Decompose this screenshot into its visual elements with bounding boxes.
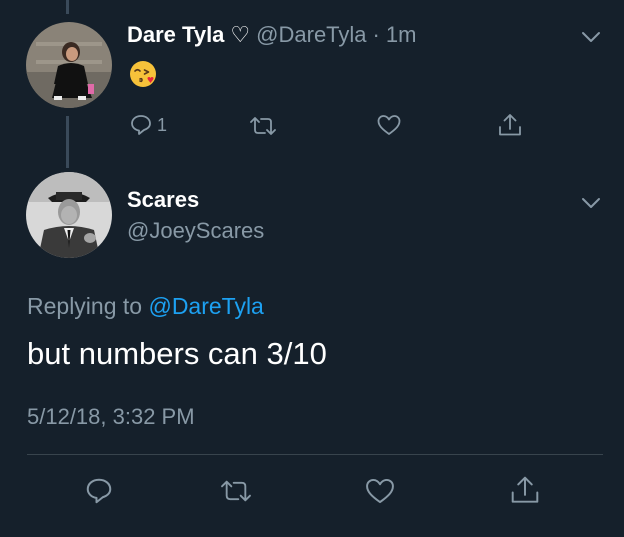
- parent-tweet-header: Dare Tyla ♡ @DareTyla · 1m: [127, 22, 416, 48]
- like-icon: [377, 115, 401, 135]
- reply-icon: [86, 478, 112, 504]
- reply-button[interactable]: [84, 476, 114, 506]
- replying-to-line: Replying to @DareTyla: [27, 293, 264, 320]
- tweet-time[interactable]: 1m: [386, 22, 417, 48]
- separator-dot: ·: [372, 22, 380, 47]
- reply-icon: [131, 115, 151, 135]
- tweet-timestamp[interactable]: 5/12/18, 3:32 PM: [27, 404, 195, 430]
- retweet-icon: [221, 480, 251, 502]
- retweet-button[interactable]: [218, 477, 254, 505]
- share-icon: [499, 114, 521, 136]
- thread-connector-line: [66, 116, 69, 168]
- retweet-button[interactable]: [248, 114, 278, 138]
- user-handle[interactable]: @JoeyScares: [127, 218, 264, 244]
- like-icon: [366, 478, 394, 504]
- mention-link[interactable]: @DareTyla: [148, 293, 263, 319]
- share-icon: [511, 476, 539, 503]
- heart-glyph: ♡: [230, 22, 251, 47]
- like-button[interactable]: [376, 113, 402, 137]
- reply-count: 1: [157, 114, 168, 135]
- kissing-face-with-heart-emoji: [129, 60, 157, 88]
- reply-button[interactable]: 1: [129, 113, 167, 137]
- avatar[interactable]: [26, 172, 112, 258]
- display-name[interactable]: Dare Tyla: [127, 22, 224, 48]
- tweet-text: but numbers can 3/10: [27, 336, 327, 371]
- retweet-icon: [250, 117, 276, 135]
- thread-connector-line: [66, 0, 69, 14]
- replying-prefix: Replying to: [27, 293, 143, 319]
- user-handle[interactable]: @DareTyla: [256, 22, 366, 48]
- display-name[interactable]: Scares: [127, 187, 199, 213]
- chevron-down-icon[interactable]: [580, 30, 602, 44]
- chevron-down-icon[interactable]: [580, 196, 602, 210]
- like-button[interactable]: [364, 476, 396, 506]
- share-button[interactable]: [497, 112, 523, 138]
- share-button[interactable]: [509, 474, 541, 506]
- divider: [27, 454, 603, 455]
- avatar[interactable]: [26, 22, 112, 108]
